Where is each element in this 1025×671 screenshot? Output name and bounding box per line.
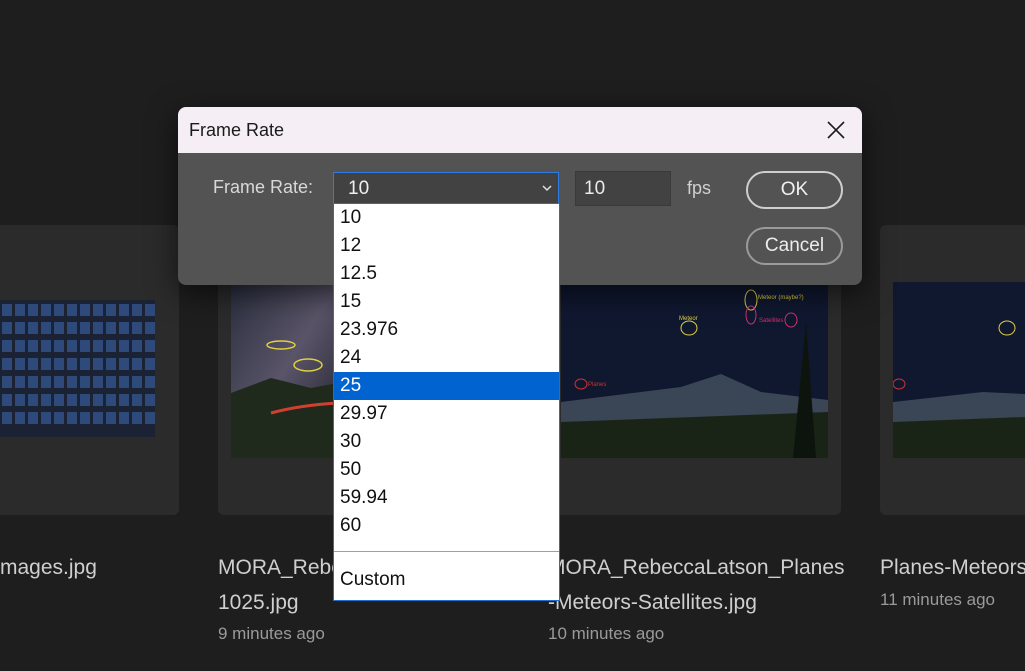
file-name: mages.jpg [0,556,97,579]
dialog-title: Frame Rate [189,120,285,140]
file-modified-time: 9 minutes ago [218,624,325,643]
frame-rate-option[interactable]: 60 [334,512,559,540]
frame-rate-select[interactable]: 10 [333,172,559,205]
frame-rate-option[interactable]: 12 [334,232,559,260]
file-name: Planes-Meteors [880,556,1025,579]
frame-rate-label: Frame Rate: [213,177,314,197]
frame-rate-option[interactable]: 24 [334,344,559,372]
file-name: MORA_Rebe [218,556,343,579]
annotation-meteor: Meteor [679,316,698,322]
fps-unit-label: fps [687,178,712,198]
dropdown-separator [334,551,559,552]
annotation-meteor-maybe: Meteor (maybe?) [758,295,804,301]
annotation-planes: Planes [588,382,606,388]
frame-rate-option-custom[interactable]: Custom [334,566,559,594]
annotation-satellites: Satellites [759,318,783,324]
frame-rate-select-value: 10 [348,178,370,199]
frame-rate-option[interactable]: 50 [334,456,559,484]
file-name-line2: -Meteors-Satellites.jpg [548,591,757,614]
file-thumbnail [231,283,338,458]
chevron-down-icon [542,185,552,192]
file-thumbnail [893,282,1025,458]
ok-button[interactable]: OK [746,171,843,209]
frame-rate-option[interactable]: 15 [334,288,559,316]
frame-rate-dropdown-list: 10 12 12.5 15 23.976 24 25 29.97 30 50 5… [333,203,560,601]
frame-rate-option[interactable]: 23.976 [334,316,559,344]
file-thumbnail: Meteor (maybe?) Meteor Satellites Planes [561,282,828,458]
file-name-line2: 1025.jpg [218,591,299,614]
file-card-4[interactable] [880,225,1025,515]
file-card-1[interactable] [0,225,179,515]
fps-input[interactable] [575,171,671,206]
file-modified-time: 11 minutes ago [880,590,995,609]
frame-rate-option[interactable]: 29.97 [334,400,559,428]
close-button[interactable] [818,113,854,147]
frame-rate-option[interactable]: 59.94 [334,484,559,512]
file-thumbnail [0,300,155,437]
frame-rate-option[interactable]: 10 [334,204,559,232]
dialog-titlebar: Frame Rate [178,107,862,153]
frame-rate-option[interactable]: 12.5 [334,260,559,288]
frame-rate-option-highlighted[interactable]: 25 [334,372,559,400]
frame-rate-option[interactable]: 30 [334,428,559,456]
file-name: MORA_RebeccaLatson_Planes [548,556,845,579]
file-modified-time: 10 minutes ago [548,624,665,643]
close-icon [827,121,845,139]
cancel-button[interactable]: Cancel [746,227,843,265]
